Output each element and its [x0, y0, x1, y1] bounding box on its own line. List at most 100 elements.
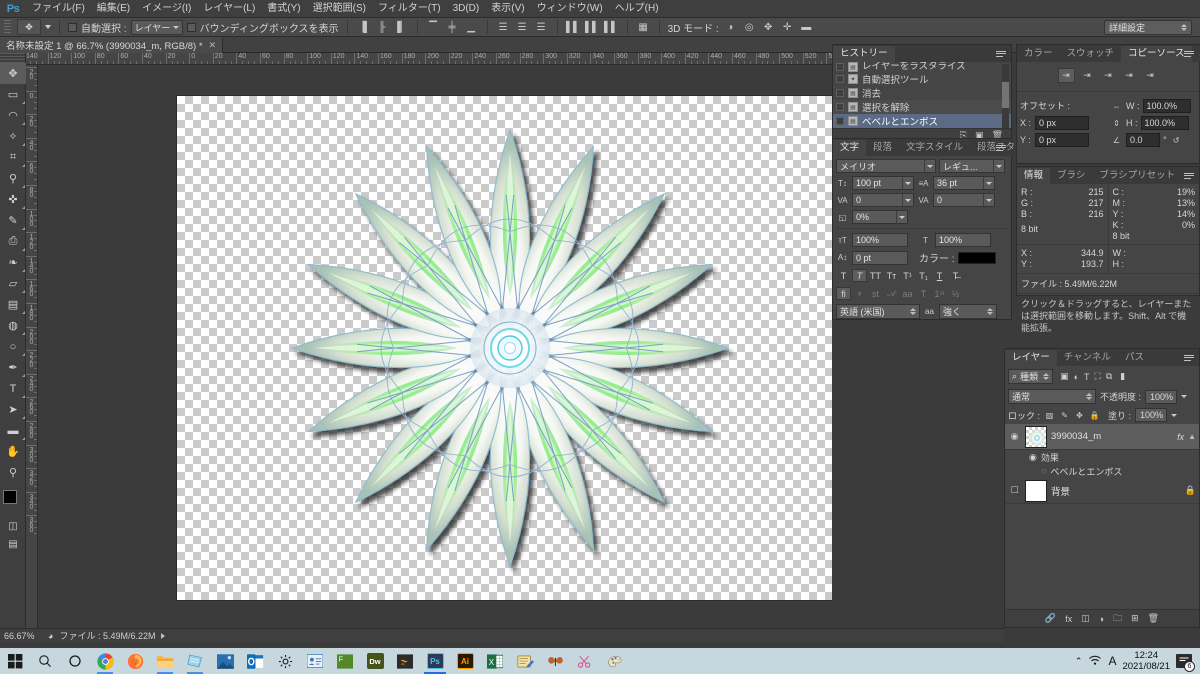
- effects-visibility-icon[interactable]: ◉: [1029, 452, 1037, 463]
- zoom-level[interactable]: 66.67%: [4, 631, 42, 641]
- layer-thumbnail[interactable]: [1025, 479, 1047, 502]
- panel-menu-icon[interactable]: [1184, 48, 1196, 59]
- tracking-field[interactable]: 0: [933, 193, 995, 207]
- tool-brush[interactable]: ✎: [0, 210, 26, 231]
- tab-history[interactable]: ヒストリー: [833, 46, 895, 62]
- layer-filter-kind-dropdown[interactable]: ⌕ 種類: [1008, 369, 1054, 384]
- faux-italic-button[interactable]: T: [852, 269, 867, 282]
- menu-item-edit[interactable]: 編集(E): [91, 0, 136, 18]
- distribute-hcenter-icon[interactable]: ▌▌: [585, 20, 600, 35]
- panel-menu-icon[interactable]: [1184, 170, 1196, 181]
- tool-hand[interactable]: ✋: [0, 441, 26, 462]
- tsume-field[interactable]: 0%: [852, 210, 908, 224]
- history-list[interactable]: ▤ レイヤーをラスタライズ ✦ 自動選択ツール ▤ 消去 ▤ 選択を解除 ▤ ベ…: [833, 62, 1011, 128]
- layer-row-background[interactable]: ☐ 背景 🔒: [1005, 478, 1199, 504]
- clone-source-4-icon[interactable]: ⇥: [1121, 68, 1138, 83]
- new-adjustment-layer-icon[interactable]: ◑: [1099, 614, 1104, 624]
- cortana-icon[interactable]: [60, 648, 90, 674]
- tab-clone-source[interactable]: コピーソース: [1121, 46, 1192, 62]
- chevron-down-icon[interactable]: [924, 160, 935, 172]
- history-item-selected[interactable]: ▤ ベベルとエンボス: [833, 114, 1011, 128]
- menu-item-file[interactable]: ファイル(F): [26, 0, 91, 18]
- tool-history-brush[interactable]: ❧: [0, 252, 26, 273]
- link-layers-icon[interactable]: 🔗: [1045, 613, 1056, 624]
- lock-image-pixels-icon[interactable]: ✎: [1059, 410, 1070, 421]
- chevron-down-icon[interactable]: [902, 194, 913, 206]
- reset-transform-icon[interactable]: ↺: [1170, 134, 1183, 147]
- panel-menu-icon[interactable]: [1184, 352, 1196, 363]
- chevron-down-icon[interactable]: [983, 194, 994, 206]
- 3d-slide-icon[interactable]: ✛: [780, 20, 795, 35]
- fx-icon[interactable]: fx: [1177, 432, 1184, 442]
- tool-spot-healing[interactable]: ✜: [0, 189, 26, 210]
- clone-source-3-icon[interactable]: ⇥: [1100, 68, 1117, 83]
- tab-paths[interactable]: パス: [1117, 350, 1151, 366]
- width-value[interactable]: 100.0%: [1142, 99, 1191, 113]
- vertical-scale-field[interactable]: 100%: [852, 233, 908, 247]
- fractions-button[interactable]: ½: [948, 287, 963, 300]
- standard-ligatures-button[interactable]: fi: [836, 287, 851, 300]
- 3d-pan-icon[interactable]: ✥: [761, 20, 776, 35]
- menu-item-layer[interactable]: レイヤー(L): [197, 0, 261, 18]
- align-left-edges-icon[interactable]: ▕▌: [356, 20, 371, 35]
- menu-item-filter[interactable]: フィルター(T): [372, 0, 447, 18]
- distribute-vcenter-icon[interactable]: ☰: [515, 20, 530, 35]
- layer-visibility-checkbox[interactable]: ☐: [1008, 485, 1021, 496]
- photos-icon[interactable]: [210, 648, 240, 674]
- butterfly-icon[interactable]: [540, 648, 570, 674]
- workspace-switcher[interactable]: 詳細設定: [1104, 19, 1192, 35]
- height-value[interactable]: 100.0%: [1140, 116, 1189, 130]
- tool-path-selection[interactable]: ➤: [0, 399, 26, 420]
- font-family-field[interactable]: メイリオ: [836, 159, 936, 173]
- font-style-field[interactable]: レギュ...: [939, 159, 1005, 173]
- swash-button[interactable]: 𝒜: [884, 287, 899, 300]
- text-color-swatch[interactable]: [957, 251, 996, 264]
- history-snapshot-checkbox[interactable]: [836, 117, 844, 125]
- tab-brush[interactable]: ブラシ: [1050, 168, 1093, 184]
- history-snapshot-checkbox[interactable]: [836, 103, 844, 111]
- language-dropdown[interactable]: 英語 (米国): [836, 304, 920, 319]
- tool-gradient[interactable]: ▤: [0, 294, 26, 315]
- 3d-rotate-icon[interactable]: ◑: [723, 20, 738, 35]
- history-item[interactable]: ▤ 選択を解除: [833, 100, 1011, 114]
- tool-lasso[interactable]: ◠: [0, 105, 26, 126]
- layer-name[interactable]: 背景: [1051, 484, 1181, 498]
- auto-align-layers-icon[interactable]: ▦: [636, 20, 651, 35]
- align-top-edges-icon[interactable]: ▔: [426, 20, 441, 35]
- menu-item-image[interactable]: イメージ(I): [136, 0, 197, 18]
- tab-paragraph[interactable]: 段落: [866, 140, 900, 156]
- scissors-icon[interactable]: [570, 648, 600, 674]
- font-size-field[interactable]: 100 pt: [852, 176, 914, 190]
- wifi-icon[interactable]: [1088, 654, 1102, 668]
- align-horizontal-centers-icon[interactable]: ╟: [375, 20, 390, 35]
- photoshop-icon[interactable]: Ps: [420, 648, 450, 674]
- scrollbar-thumb[interactable]: [1002, 82, 1009, 108]
- discretionary-ligatures-button[interactable]: st: [868, 287, 883, 300]
- horizontal-scale-field[interactable]: 100%: [935, 233, 991, 247]
- effect-visibility-icon[interactable]: ◌: [1041, 466, 1046, 476]
- settings-icon[interactable]: [270, 648, 300, 674]
- opacity-chevron-icon[interactable]: [1181, 395, 1188, 398]
- filter-toggle-icon[interactable]: ▮: [1120, 371, 1125, 382]
- notepad-icon[interactable]: [510, 648, 540, 674]
- history-snapshot-checkbox[interactable]: [836, 89, 844, 97]
- tab-layers[interactable]: レイヤー: [1005, 350, 1057, 366]
- distribute-top-icon[interactable]: ☰: [496, 20, 511, 35]
- new-layer-icon[interactable]: ⊞: [1131, 613, 1139, 624]
- add-layer-mask-icon[interactable]: ◫: [1081, 613, 1090, 624]
- tool-pen[interactable]: ✒: [0, 357, 26, 378]
- search-icon[interactable]: [30, 648, 60, 674]
- filter-smart-object-icon[interactable]: ⧉: [1106, 371, 1112, 382]
- foreground-color-swatch[interactable]: [3, 490, 17, 504]
- tool-clone-stamp[interactable]: ⎙: [0, 231, 26, 252]
- history-snapshot-checkbox[interactable]: [836, 63, 844, 71]
- sublime-icon[interactable]: [390, 648, 420, 674]
- 3d-roll-icon[interactable]: ◎: [742, 20, 757, 35]
- opacity-value[interactable]: 100%: [1145, 389, 1178, 404]
- canvas-area[interactable]: [38, 65, 832, 628]
- tool-crop[interactable]: ⌗: [0, 147, 26, 168]
- layer-thumbnail[interactable]: [1025, 425, 1047, 448]
- distribute-right-icon[interactable]: ▌▌: [604, 20, 619, 35]
- oldstyle-button[interactable]: aa: [900, 287, 915, 300]
- notification-center-icon[interactable]: 6: [1176, 654, 1195, 672]
